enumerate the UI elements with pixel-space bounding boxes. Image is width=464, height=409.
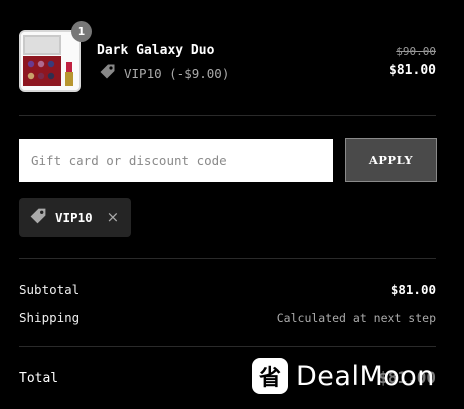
watermark-text: DealMoon (296, 360, 435, 392)
tag-icon (29, 207, 47, 229)
discount-code-input[interactable] (19, 139, 333, 182)
divider (19, 258, 436, 259)
watermark: 省 DealMoon (252, 358, 435, 394)
applied-discount-chip: VIP10 × (19, 198, 131, 237)
palette-image (21, 32, 79, 90)
discounted-price: $81.00 (389, 63, 436, 78)
product-name: Dark Galaxy Duo (97, 43, 215, 58)
subtotal-label: Subtotal (19, 282, 80, 297)
shipping-value: Calculated at next step (276, 311, 436, 325)
original-price: $90.00 (396, 45, 436, 58)
product-thumbnail (19, 30, 81, 92)
product-discount-text: VIP10 (-$9.00) (124, 66, 230, 81)
shipping-label: Shipping (19, 310, 80, 325)
divider (19, 115, 436, 116)
total-label: Total (19, 371, 59, 386)
product-discount-line: VIP10 (-$9.00) (99, 63, 229, 84)
close-icon[interactable]: × (107, 210, 120, 225)
tag-icon (99, 63, 116, 84)
apply-button[interactable]: APPLY (345, 138, 437, 182)
applied-code-label: VIP10 (55, 210, 93, 225)
watermark-logo: 省 (252, 358, 288, 394)
quantity-badge: 1 (71, 21, 92, 42)
subtotal-value: $81.00 (390, 282, 436, 297)
divider (19, 346, 436, 347)
